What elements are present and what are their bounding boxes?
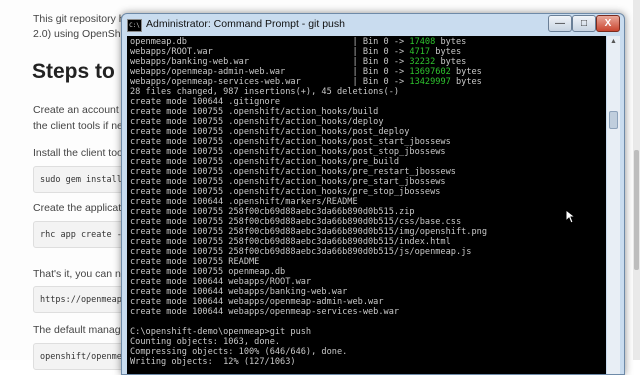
page-scrollbar-thumb[interactable] xyxy=(634,150,639,270)
para-thats-it: That's it, you can now xyxy=(33,268,135,280)
create-mode-line: create mode 100644 webapps/ROOT.war xyxy=(130,277,312,287)
console-scrollbar[interactable]: ▲ xyxy=(607,36,620,374)
stat-line: webapps/banking-web.war | Bin 0 -> 32232… xyxy=(130,57,487,67)
create-mode-line: create mode 100644 webapps/openmeap-admi… xyxy=(130,297,384,307)
window-titlebar[interactable]: C:\ Administrator: Command Prompt - git … xyxy=(122,14,624,36)
stat-bin: | Bin 0 -> xyxy=(352,37,410,47)
stat-unit: bytes xyxy=(450,77,482,87)
create-mode-line: create mode 100755 .openshift/action_hoo… xyxy=(130,117,384,127)
commit-summary: 28 files changed, 987 insertions(+), 45 … xyxy=(130,87,400,97)
code-block-path: openshift/openmeap xyxy=(33,343,128,370)
counting-objects: Counting objects: 1063, done. xyxy=(130,337,281,347)
stat-path: openmeap.db xyxy=(130,37,353,47)
compressing-objects: Compressing objects: 100% (646/646), don… xyxy=(130,347,348,357)
code-block-rhc: rhc app create -a xyxy=(33,221,128,248)
create-mode-line: create mode 100755 258f00cb69d88aebc3da6… xyxy=(130,207,415,217)
stat-size: 32232 xyxy=(409,57,436,67)
para-create-app: Create the application xyxy=(33,202,136,214)
stat-path: webapps/banking-web.war xyxy=(130,57,353,67)
window-title: Administrator: Command Prompt - git push xyxy=(146,18,345,30)
stat-size: 13697602 xyxy=(409,67,451,77)
create-mode-line: create mode 100755 258f00cb69d88aebc3da6… xyxy=(130,217,462,227)
create-mode-line: create mode 100755 258f00cb69d88aebc3da6… xyxy=(130,247,472,257)
create-mode-line: create mode 100755 README xyxy=(130,257,260,267)
stat-path: webapps/openmeap-admin-web.war xyxy=(130,67,353,77)
stat-unit: bytes xyxy=(430,47,462,57)
stat-size: 13429997 xyxy=(409,77,451,87)
create-mode-line: create mode 100755 .openshift/action_hoo… xyxy=(130,137,451,147)
intro-text: This git repository her xyxy=(33,12,134,27)
writing-objects: Writing objects: 12% (127/1063) xyxy=(130,357,296,367)
prompt-command: C:\openshift-demo\openmeap>git push xyxy=(130,327,312,337)
page-heading: Steps to g xyxy=(32,60,134,83)
create-mode-line: create mode 100644 .gitignore xyxy=(130,97,281,107)
code-block-url: https://openmeap-$ xyxy=(33,286,128,313)
stat-bin: | Bin 0 -> xyxy=(352,57,410,67)
create-mode-line: create mode 100644 webapps/openmeap-serv… xyxy=(130,307,400,317)
stat-size: 4717 xyxy=(409,47,431,57)
stat-line: webapps/ROOT.war | Bin 0 -> 4717 bytes xyxy=(130,47,487,57)
create-mode-line: create mode 100755 .openshift/action_hoo… xyxy=(130,127,410,137)
create-mode-line: create mode 100755 .openshift/action_hoo… xyxy=(130,157,400,167)
console-output[interactable]: openmeap.db | Bin 0 -> 17408 bytes webapp… xyxy=(127,36,606,374)
stat-line: webapps/openmeap-services-web.war | Bin … xyxy=(130,77,487,87)
stat-bin: | Bin 0 -> xyxy=(352,47,410,57)
page-scrollbar[interactable] xyxy=(633,0,640,360)
para-install: Install the client tools xyxy=(33,147,131,159)
create-mode-line: create mode 100755 .openshift/action_hoo… xyxy=(130,167,456,177)
create-mode-line: create mode 100644 webapps/banking-web.w… xyxy=(130,287,348,297)
console-scrollbar-thumb[interactable] xyxy=(609,111,618,129)
stat-unit: bytes xyxy=(435,57,467,67)
close-button[interactable]: X xyxy=(596,15,620,32)
create-mode-line: create mode 100755 openmeap.db xyxy=(130,267,286,277)
stat-path: webapps/openmeap-services-web.war xyxy=(130,77,353,87)
para-account: Create an account at xyxy=(33,104,131,116)
create-mode-line: create mode 100755 258f00cb69d88aebc3da6… xyxy=(130,237,451,247)
minimize-button[interactable]: — xyxy=(548,15,572,32)
intro-text-line-2: 2.0) using OpenShift. xyxy=(33,28,132,40)
create-mode-line: create mode 100755 258f00cb69d88aebc3da6… xyxy=(130,227,487,237)
stat-bin: | Bin 0 -> xyxy=(352,67,410,77)
stat-unit: bytes xyxy=(435,37,467,47)
stat-path: webapps/ROOT.war xyxy=(130,47,353,57)
command-prompt-icon[interactable]: C:\ xyxy=(127,19,142,32)
console-lines: openmeap.db | Bin 0 -> 17408 bytes webapp… xyxy=(130,37,487,367)
stat-size: 17408 xyxy=(409,37,436,47)
stat-unit: bytes xyxy=(450,67,482,77)
intro-line-1: This git repository her xyxy=(33,13,134,25)
create-mode-line: create mode 100755 .openshift/action_hoo… xyxy=(130,177,446,187)
maximize-button[interactable]: □ xyxy=(572,15,596,32)
stat-line: webapps/openmeap-admin-web.war | Bin 0 -… xyxy=(130,67,487,77)
para-default-managing: The default managing xyxy=(33,324,135,336)
scroll-up-arrow-icon[interactable]: ▲ xyxy=(607,36,620,48)
create-mode-line: create mode 100644 .openshift/markers/RE… xyxy=(130,197,358,207)
stat-bin: | Bin 0 -> xyxy=(352,77,410,87)
create-mode-line: create mode 100755 .openshift/action_hoo… xyxy=(130,147,446,157)
code-block-gem: sudo gem install r xyxy=(33,166,128,193)
create-mode-line: create mode 100755 .openshift/action_hoo… xyxy=(130,107,379,117)
command-prompt-window[interactable]: C:\ Administrator: Command Prompt - git … xyxy=(121,13,625,375)
stat-line: openmeap.db | Bin 0 -> 17408 bytes xyxy=(130,37,487,47)
create-mode-line: create mode 100755 .openshift/action_hoo… xyxy=(130,187,441,197)
